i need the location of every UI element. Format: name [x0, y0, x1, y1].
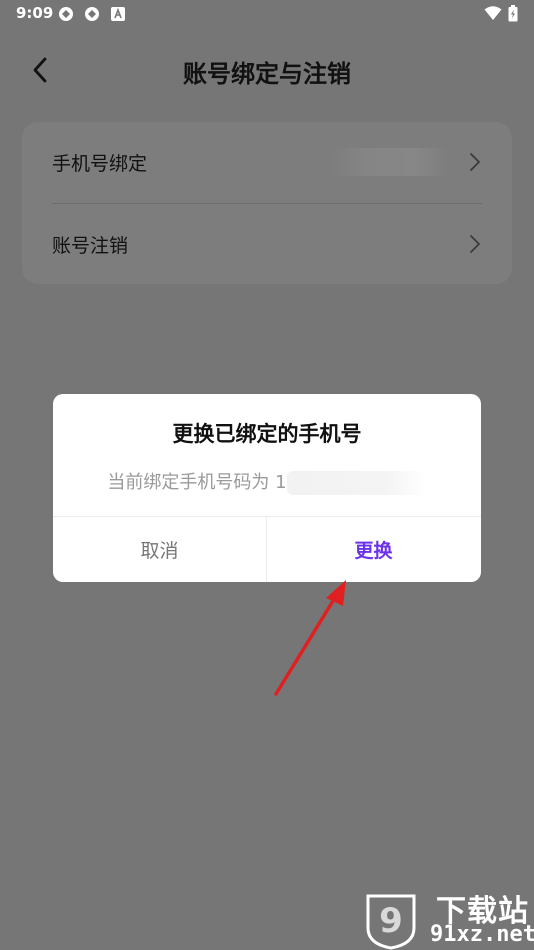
obscured-phone-value — [330, 148, 450, 176]
page-title: 账号绑定与注销 — [183, 60, 351, 88]
chevron-right-icon — [470, 235, 480, 253]
settings-item-label: 手机号绑定 — [52, 153, 148, 175]
dialog-message-text: 当前绑定手机号码为 1 — [107, 472, 287, 493]
settings-item-label: 账号注销 — [52, 235, 129, 257]
screen: 9:09 账号绑定与注销 手机号绑定 账号注销 更换已绑定的手机号 当前绑定手机… — [0, 0, 534, 950]
watermark-badge-text: 9 — [379, 901, 403, 941]
watermark-logo-icon: 9 — [366, 894, 416, 950]
watermark-domain: 91xz.net — [430, 922, 534, 947]
wifi-icon — [484, 6, 502, 20]
status-bar: 9:09 — [0, 0, 534, 28]
header: 账号绑定与注销 — [0, 40, 534, 100]
dialog-title: 更换已绑定的手机号 — [172, 422, 362, 446]
settings-item-account-deletion[interactable]: 账号注销 — [22, 204, 512, 284]
settings-card: 手机号绑定 账号注销 — [22, 122, 512, 284]
app-notification-icon — [85, 7, 99, 21]
status-time: 9:09 — [16, 4, 54, 22]
dialog-message: 当前绑定手机号码为 1 — [53, 468, 481, 495]
app-notification-icon — [59, 7, 73, 21]
chevron-right-icon — [470, 153, 480, 171]
confirm-change-button[interactable]: 更换 — [267, 517, 480, 582]
settings-item-phone-binding[interactable]: 手机号绑定 — [22, 122, 512, 202]
cancel-button[interactable]: 取消 — [53, 517, 266, 582]
obscured-phone-number — [286, 471, 427, 495]
a-icon — [111, 7, 125, 21]
watermark: 9 下载站 91xz.net — [360, 884, 534, 950]
change-phone-dialog: 更换已绑定的手机号 当前绑定手机号码为 1 取消 更换 — [53, 394, 481, 582]
battery-icon — [508, 5, 518, 22]
